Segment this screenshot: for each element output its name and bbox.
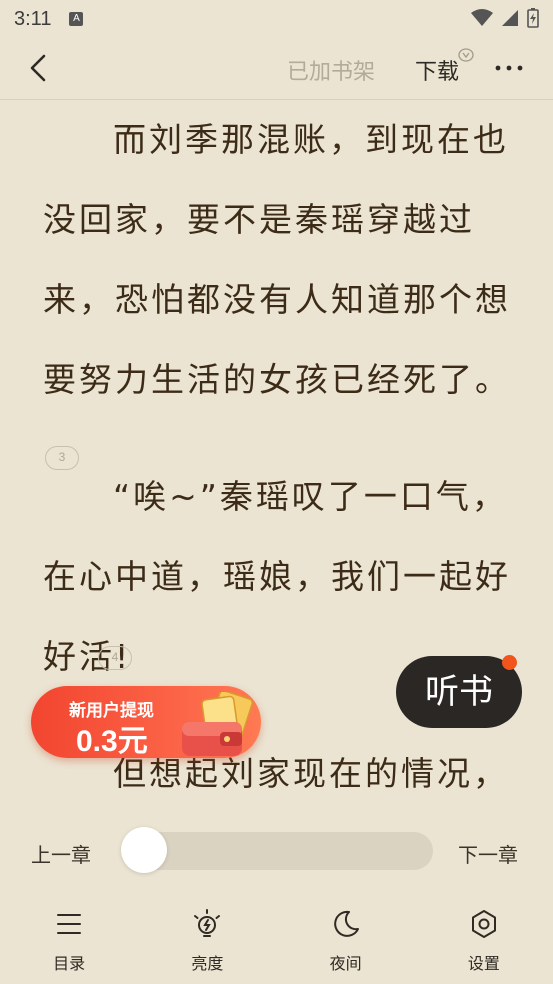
added-to-shelf-label: 已加书架 [287, 60, 376, 85]
back-arrow-icon[interactable] [24, 52, 56, 84]
toolbar-label: 目录 [53, 954, 86, 973]
toolbar-label: 设置 [467, 954, 500, 973]
wallet-icon [182, 692, 254, 756]
brightness-icon [194, 909, 221, 937]
chapter-navigation: 上一章 下一章 [0, 820, 553, 882]
signal-icon [502, 10, 518, 26]
slider-thumb[interactable] [121, 827, 167, 873]
chapter-progress-slider[interactable] [121, 832, 433, 870]
bottom-toolbar: 目录 亮度 夜间 设置 [0, 894, 553, 984]
toolbar-brightness[interactable]: 亮度 [138, 894, 276, 984]
notification-icon: A [69, 12, 84, 26]
wifi-icon [471, 9, 493, 26]
moon-icon [333, 910, 359, 937]
toolbar-night-mode[interactable]: 夜间 [277, 894, 415, 984]
promo-amount: 0.3元 [76, 725, 148, 758]
comment-bubble[interactable]: 4 [98, 646, 132, 670]
vip-badge-icon [458, 48, 474, 62]
toolbar-label: 夜间 [329, 954, 362, 973]
new-user-cashout-promo[interactable]: 新用户提现 0.3元 [31, 686, 261, 758]
toolbar-catalog[interactable]: 目录 [0, 894, 138, 984]
prev-chapter-button[interactable]: 上一章 [31, 839, 91, 868]
more-options-icon[interactable] [493, 54, 525, 82]
toolbar-label: 亮度 [191, 954, 224, 973]
status-time: 3:11 [14, 7, 52, 30]
paragraph-1: 而刘季那混账，到现在也没回家，要不是秦瑶穿越过来，恐怕都没有人知道那个想要努力生… [43, 120, 511, 399]
reader-top-bar: 已加书架 下载 [0, 38, 553, 100]
settings-icon [471, 910, 496, 938]
battery-icon [527, 8, 539, 28]
status-icons [471, 8, 539, 28]
toolbar-settings[interactable]: 设置 [415, 894, 553, 984]
status-bar: 3:11 A [0, 0, 553, 38]
download-button[interactable]: 下载 [415, 54, 459, 86]
list-icon [57, 914, 82, 934]
next-chapter-button[interactable]: 下一章 [458, 839, 518, 868]
notification-dot [502, 655, 517, 670]
